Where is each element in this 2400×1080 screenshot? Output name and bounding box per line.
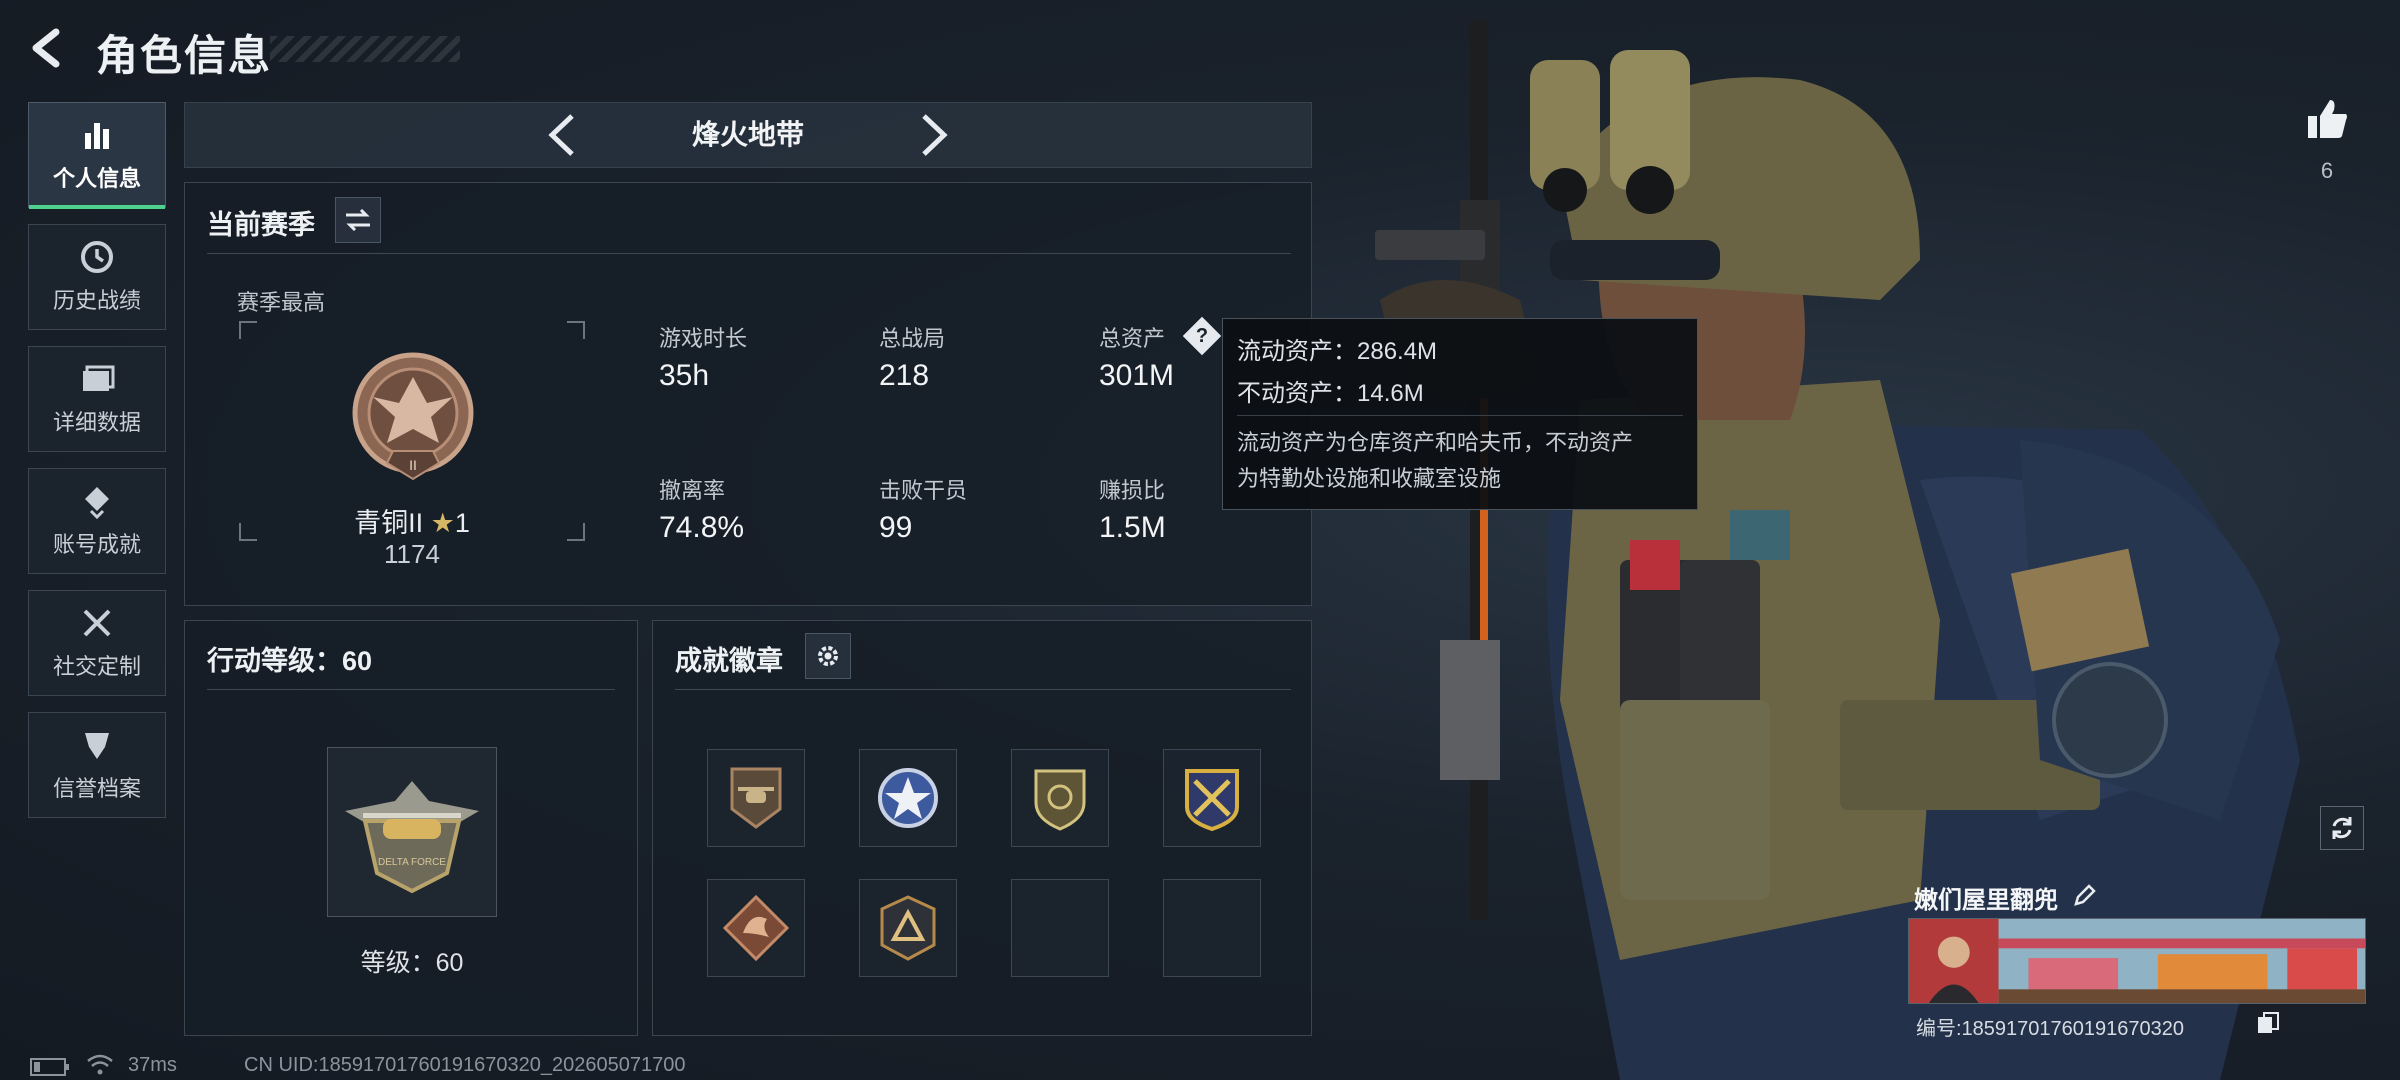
stat-value: 74.8%: [659, 511, 745, 544]
sidebar-item-label: 详细数据: [52, 410, 141, 435]
shield-badge-icon: [1034, 769, 1086, 831]
shield-icon: [85, 733, 109, 759]
page-title: 角色信息: [96, 32, 273, 79]
tooltip-desc-2: 为特勤处设施和收藏室设施: [1237, 466, 1502, 491]
gear-icon: [818, 646, 838, 666]
rank-points: 1174: [384, 539, 440, 569]
rank-line: 青铜II ★1: [239, 501, 585, 540]
season-title: 当前赛季: [207, 210, 315, 240]
stat-label: 赚损比: [1099, 478, 1166, 503]
rotate-model-button[interactable]: [2320, 806, 2364, 850]
sidebar-item-label: 账号成就: [52, 532, 141, 557]
badge-slot[interactable]: [859, 879, 957, 977]
svg-text:DELTA FORCE: DELTA FORCE: [378, 857, 446, 868]
sidebar-item-social[interactable]: 社交定制: [28, 590, 166, 696]
rank-name: 青铜II: [354, 508, 424, 538]
stat-label: 总战局: [879, 326, 946, 351]
rank-emblem: II: [352, 352, 474, 481]
sidebar-item-profile[interactable]: 个人信息: [28, 102, 166, 209]
sidebar-item-history[interactable]: 历史战绩: [28, 224, 166, 330]
edit-icon[interactable]: [2072, 882, 2098, 908]
dragon-badge-icon: [722, 894, 790, 962]
helicopter-badge-icon: [730, 767, 782, 829]
chevron-right-icon[interactable]: [916, 110, 952, 160]
sidebar-item-label: 个人信息: [52, 166, 141, 191]
stat-label: 总资产: [1099, 326, 1166, 351]
swap-icon: [346, 209, 370, 231]
player-name: 嫩们屋里翻兜: [1914, 887, 2058, 914]
svg-text:II: II: [409, 457, 417, 473]
action-level-panel: 行动等级：60 DELTA FORCE 等级：60: [184, 620, 638, 1036]
rotate-icon: [2332, 817, 2352, 839]
badge-slot-empty[interactable]: [1163, 879, 1261, 977]
action-level-title: 行动等级：60: [207, 646, 373, 676]
assets-tooltip: 流动资产：286.4M 不动资产：14.6M 流动资产为仓库资产和哈夫币，不动资…: [1222, 318, 1698, 510]
stat-label: 击败干员: [879, 478, 968, 503]
player-id: 编号:18591701760191670320: [1916, 1018, 2185, 1040]
mode-label: 烽火地带: [691, 119, 804, 150]
badge-slot[interactable]: [1011, 749, 1109, 847]
sidebar-item-label: 社交定制: [52, 654, 141, 679]
sidebar-item-reputation[interactable]: 信誉档案: [28, 712, 166, 818]
fixed-assets: 不动资产：14.6M: [1237, 380, 1424, 407]
sidebar-item-label: 历史战绩: [52, 288, 141, 313]
back-arrow-icon[interactable]: [26, 26, 70, 70]
copy-icon[interactable]: [2256, 1011, 2280, 1035]
season-best-label: 赛季最高: [237, 290, 326, 315]
badges-title: 成就徽章: [675, 646, 783, 676]
badge-slot[interactable]: [707, 749, 805, 847]
stat-value: 301M: [1099, 359, 1175, 392]
sidebar-item-label: 信誉档案: [52, 776, 141, 801]
wifi-icon: [87, 1054, 113, 1075]
stat-value: 35h: [659, 359, 710, 392]
crossed-badge-icon: [1185, 769, 1239, 832]
help-icon[interactable]: ?: [1185, 319, 1219, 353]
level-caption: 等级：60: [360, 949, 464, 977]
season-switch-button[interactable]: [335, 197, 381, 243]
stat-label: 游戏时长: [659, 326, 748, 351]
star-badge-icon: [878, 768, 938, 828]
player-banner[interactable]: [1908, 918, 2366, 1004]
stat-value: 218: [879, 359, 930, 392]
season-panel: 当前赛季 赛季最高 II 青铜II ★1 1174 游戏时长 35h 总战局 2…: [184, 182, 1312, 606]
triangle-badge-icon: [880, 895, 936, 961]
stat-value: 99: [879, 511, 913, 544]
clock-icon: [81, 241, 113, 273]
sidebar-item-details[interactable]: 详细数据: [28, 346, 166, 452]
battery-icon: [30, 1058, 69, 1076]
title-decoration: [270, 36, 460, 62]
liquid-assets: 流动资产：286.4M: [1237, 338, 1438, 365]
stat-label: 撤离率: [659, 478, 726, 503]
achievement-icon: [85, 487, 109, 519]
bar-chart-icon: [85, 123, 109, 149]
thumbs-up-icon[interactable]: [2304, 96, 2350, 142]
like-count: 6: [2320, 158, 2334, 183]
chevron-left-icon[interactable]: [544, 110, 580, 160]
badge-slot[interactable]: [707, 879, 805, 977]
achievement-badges-panel: 成就徽章: [652, 620, 1312, 1036]
rank-stars: 1: [454, 508, 470, 538]
helicopter-emblem: DELTA FORCE: [345, 781, 479, 894]
badge-slot[interactable]: [859, 749, 957, 847]
ping-readout: 37ms: [128, 1054, 177, 1076]
badge-settings-button[interactable]: [805, 633, 851, 679]
sidebar-item-achievements[interactable]: 账号成就: [28, 468, 166, 574]
badge-slot-empty[interactable]: [1011, 879, 1109, 977]
badge-slot[interactable]: [1163, 749, 1261, 847]
stat-value: 1.5M: [1099, 511, 1166, 544]
uid-line: CN UID:18591701760191670320_202605071700: [244, 1054, 686, 1076]
tools-icon: [83, 609, 111, 637]
star-icon: ★: [430, 508, 455, 538]
folder-icon: [83, 365, 115, 391]
tooltip-desc-1: 流动资产为仓库资产和哈夫币，不动资产: [1237, 430, 1634, 455]
